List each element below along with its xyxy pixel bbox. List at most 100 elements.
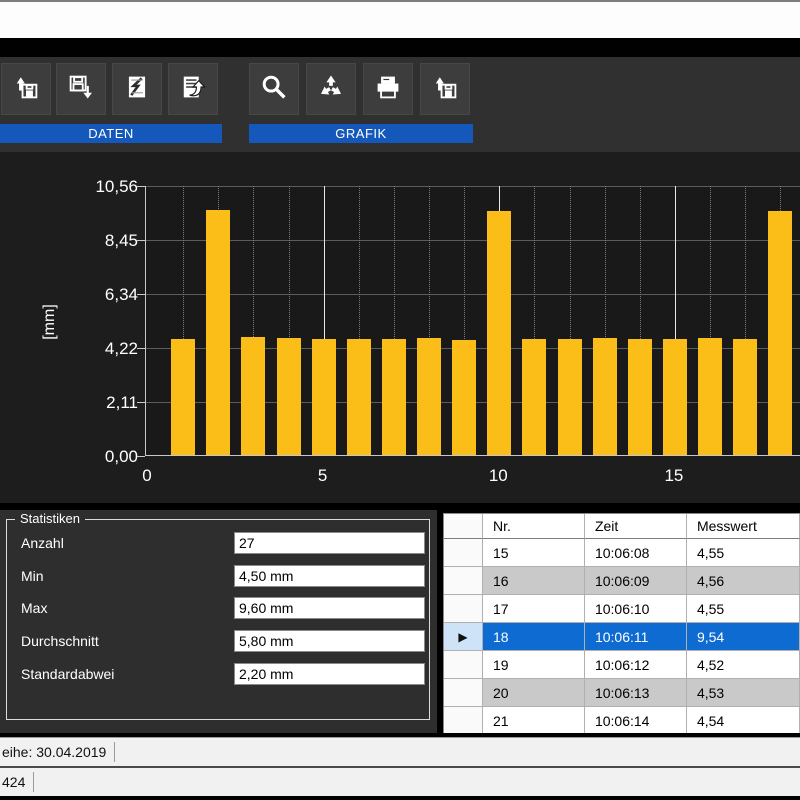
table-row[interactable]: 1510:06:084,55 [444,539,800,567]
table-row[interactable]: 1710:06:104,55 [444,595,800,623]
save-data-button[interactable] [56,63,106,115]
cell-zeit[interactable]: 10:06:10 [585,595,687,623]
bar [347,339,371,455]
window-title-strip [0,2,800,38]
bar [628,339,652,455]
load-data-button[interactable] [1,63,51,115]
floppy-arrow-up-icon [11,72,41,107]
x-axis-tick-label: 5 [303,466,343,486]
cell-nr[interactable]: 19 [483,651,585,679]
bar [487,211,511,455]
cell-messwert[interactable]: 4,55 [687,595,800,623]
document-arrow-icon [178,72,208,107]
column-header-nr[interactable]: Nr. [483,514,585,539]
statistics-panel: Statistiken AnzahlMinMaxDurchschnittStan… [0,510,437,733]
cell-nr[interactable]: 20 [483,679,585,707]
bar [733,339,757,455]
row-header-cell[interactable] [444,595,483,623]
window-bottom-edge [0,796,800,800]
print-button[interactable] [363,63,413,115]
stat-label-durchschnitt: Durchschnitt [21,633,99,649]
cell-messwert[interactable]: 4,54 [687,707,800,733]
x-axis-tick-label: 15 [654,466,694,486]
cell-nr[interactable]: 15 [483,539,585,567]
cell-zeit[interactable]: 10:06:12 [585,651,687,679]
toolbar-group-label-daten: DATEN [0,124,222,143]
cell-messwert[interactable]: 9,54 [687,623,800,651]
column-header-zeit[interactable]: Zeit [585,514,687,539]
y-axis-tick-mark [137,456,145,457]
status-bar-top: eihe: 30.04.2019 [0,737,800,766]
cell-nr[interactable]: 21 [483,707,585,733]
row-header-cell[interactable] [444,651,483,679]
column-header-messwert[interactable]: Messwert [687,514,800,539]
y-axis-tick-label: 6,34 [72,285,138,305]
row-header-cell[interactable] [444,539,483,567]
measurement-table: Nr.ZeitMesswert1510:06:084,551610:06:094… [443,513,800,733]
stat-value-min[interactable] [234,565,425,587]
cell-nr[interactable]: 17 [483,595,585,623]
table-row[interactable]: 2010:06:134,53 [444,679,800,707]
cell-zeit[interactable]: 10:06:13 [585,679,687,707]
report-document-button[interactable] [168,63,218,115]
bar [593,338,617,455]
bar [417,338,441,455]
y-axis-tick-label: 4,22 [72,339,138,359]
horizontal-gridline [146,186,800,187]
x-axis-tick-label: 10 [478,466,518,486]
table-row[interactable]: 1610:06:094,56 [444,567,800,595]
bar [171,339,195,455]
bar [558,339,582,455]
y-axis-tick-label: 2,11 [72,393,138,413]
statistics-groupbox-title: Statistiken [15,511,85,526]
zoom-button[interactable] [249,63,299,115]
row-header-cell[interactable] [444,707,483,733]
bar [277,338,301,455]
x-axis-tick-label: 0 [127,466,167,486]
recycle-icon [316,72,346,107]
bar [382,339,406,455]
table-row[interactable]: 1910:06:124,52 [444,651,800,679]
cell-nr[interactable]: 16 [483,567,585,595]
stat-label-min: Min [21,568,44,584]
cell-messwert[interactable]: 4,56 [687,567,800,595]
application-window: DATEN GRAFIK [mm] 0,002,114,226,348,4510… [0,0,800,800]
table-corner-cell [444,514,483,539]
save-graphic-button[interactable] [420,63,470,115]
status-bar-bottom: 424 [0,768,800,796]
stat-label-standardabwei: Standardabwei [21,666,114,682]
cell-nr[interactable]: 18 [483,623,585,651]
toolbar: DATEN GRAFIK [0,57,800,152]
stat-value-max[interactable] [234,597,425,619]
cell-messwert[interactable]: 4,52 [687,651,800,679]
row-header-cell[interactable] [444,679,483,707]
y-axis-tick-label: 0,00 [72,447,138,467]
y-axis-tick-mark [137,348,145,349]
stat-value-anzahl[interactable] [234,532,425,554]
cell-zeit[interactable]: 10:06:14 [585,707,687,733]
horizontal-gridline [146,240,800,241]
export-document-button[interactable] [112,63,162,115]
cell-zeit[interactable]: 10:06:09 [585,567,687,595]
cell-zeit[interactable]: 10:06:11 [585,623,687,651]
bar [206,210,230,455]
refresh-button[interactable] [306,63,356,115]
bar [241,337,265,455]
cell-messwert[interactable]: 4,53 [687,679,800,707]
y-axis-tick-mark [137,294,145,295]
table-header-row: Nr.ZeitMesswert [444,514,800,539]
table-row[interactable]: 2110:06:144,54 [444,707,800,733]
cell-zeit[interactable]: 10:06:08 [585,539,687,567]
stat-value-standardabwei[interactable] [234,663,425,685]
row-header-cell[interactable]: ▶ [444,623,483,651]
stat-value-durchschnitt[interactable] [234,630,425,652]
bar [768,211,792,455]
status-count: 424 [0,774,25,790]
plot-area[interactable] [145,186,800,456]
floppy-arrow-up-icon [430,72,460,107]
row-header-cell[interactable] [444,567,483,595]
cell-messwert[interactable]: 4,55 [687,539,800,567]
chart-panel: [mm] 0,002,114,226,348,4510,56051015 [0,152,800,503]
table-row[interactable]: ▶1810:06:119,54 [444,623,800,651]
y-axis-unit-label: [mm] [41,292,61,352]
